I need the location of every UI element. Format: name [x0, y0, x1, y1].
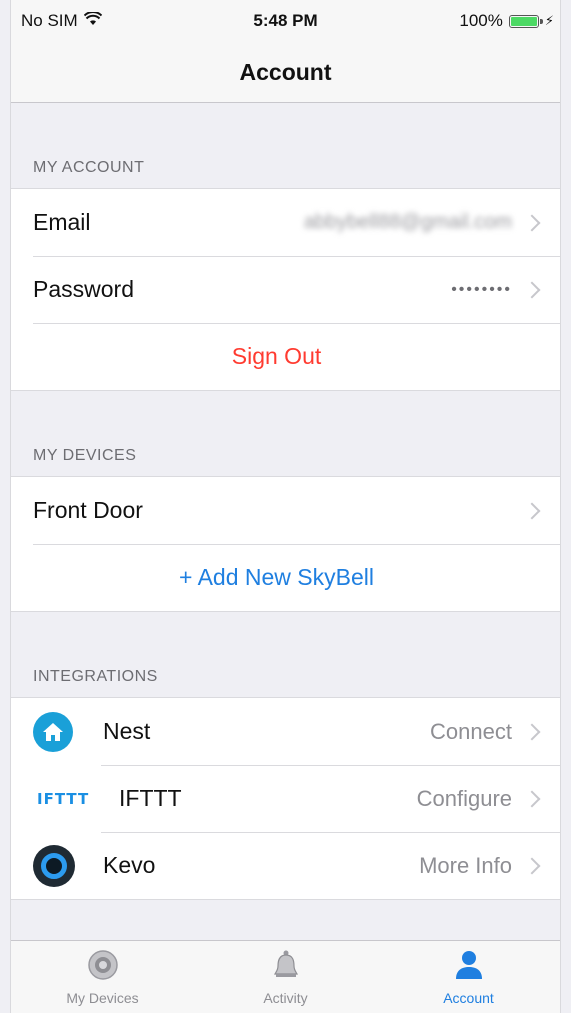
charging-icon: ⚡ — [544, 13, 554, 28]
password-label: Password — [33, 276, 134, 302]
status-right: 100% ⚡ — [459, 11, 554, 31]
nav-bar: Account — [11, 42, 560, 103]
chevron-right-icon — [523, 857, 541, 874]
battery-icon — [508, 14, 543, 28]
status-bar: No SIM 5:48 PM 100% ⚡ — [11, 0, 560, 42]
tab-activity[interactable]: Activity — [194, 941, 377, 1013]
tab-account[interactable]: Account — [377, 941, 560, 1013]
password-row[interactable]: Password •••••••• — [11, 256, 560, 323]
tab-my-devices[interactable]: My Devices — [11, 941, 194, 1013]
email-value: abbybell88@gmail.com — [303, 211, 512, 233]
add-new-skybell-button[interactable]: + Add New SkyBell — [179, 564, 374, 591]
chevron-right-icon — [523, 214, 541, 231]
tab-bar: My Devices Activity Account — [11, 940, 560, 1013]
my-devices-group: Front Door + Add New SkyBell — [11, 476, 560, 612]
nest-icon — [33, 711, 73, 752]
integration-row-ifttt[interactable]: IFTTT IFTTT Configure — [11, 765, 560, 832]
chevron-right-icon — [523, 723, 541, 740]
app-frame: No SIM 5:48 PM 100% ⚡ Account MY ACCOUNT… — [10, 0, 561, 1013]
bell-icon — [272, 949, 300, 986]
section-header-my-devices: MY DEVICES — [33, 447, 137, 464]
sign-out-row[interactable]: Sign Out — [11, 323, 560, 390]
section-header-integrations: INTEGRATIONS — [33, 668, 158, 685]
my-account-group: Email abbybell88@gmail.com Password ••••… — [11, 188, 560, 391]
password-value: •••••••• — [451, 280, 512, 298]
tab-label: Activity — [263, 990, 308, 1006]
sign-out-button[interactable]: Sign Out — [232, 343, 322, 370]
add-new-row[interactable]: + Add New SkyBell — [11, 544, 560, 611]
section-header-my-account: MY ACCOUNT — [33, 159, 145, 176]
integration-row-kevo[interactable]: Kevo More Info — [11, 832, 560, 899]
page-title: Account — [239, 58, 332, 85]
chevron-right-icon — [523, 281, 541, 298]
integration-action: Connect — [430, 718, 512, 744]
device-row-front-door[interactable]: Front Door — [11, 477, 560, 544]
email-row[interactable]: Email abbybell88@gmail.com — [11, 189, 560, 256]
chevron-right-icon — [523, 790, 541, 807]
email-label: Email — [33, 209, 91, 235]
kevo-icon — [33, 844, 75, 887]
person-icon — [454, 949, 484, 986]
ifttt-icon: IFTTT — [37, 789, 90, 808]
integration-row-nest[interactable]: Nest Connect — [11, 698, 560, 765]
tab-label: Account — [443, 990, 494, 1006]
integration-name: Nest — [103, 718, 151, 744]
battery-percent: 100% — [459, 11, 503, 30]
tab-label: My Devices — [66, 990, 139, 1006]
integration-name: IFTTT — [119, 785, 182, 811]
integrations-group: Nest Connect IFTTT IFTTT Configure Kevo … — [11, 697, 560, 900]
device-label: Front Door — [33, 497, 143, 523]
integration-name: Kevo — [103, 852, 156, 878]
camera-icon — [87, 949, 119, 986]
chevron-right-icon — [523, 502, 541, 519]
integration-action: Configure — [416, 785, 512, 811]
integration-action: More Info — [419, 852, 512, 878]
